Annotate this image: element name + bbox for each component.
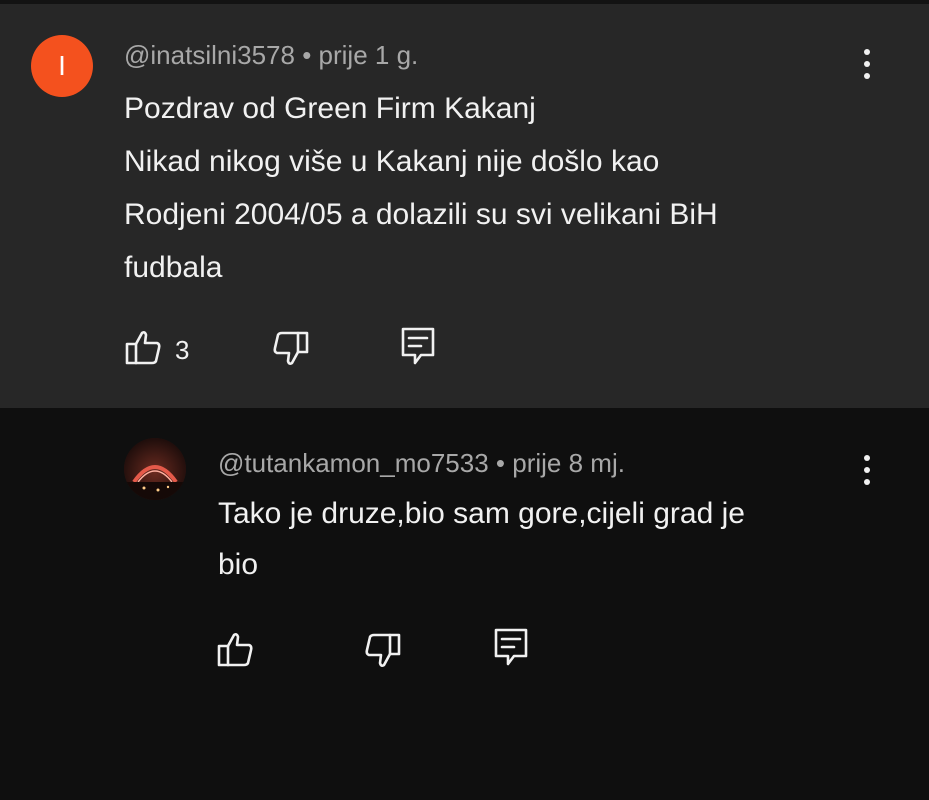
dislike-button[interactable]: [271, 330, 309, 366]
like-button[interactable]: [217, 632, 255, 668]
comment-line: fudbala: [124, 251, 223, 284]
reply-button[interactable]: [494, 628, 528, 668]
reply-meta: @tutankamon_mo7533 • prije 8 mj.: [218, 448, 625, 479]
avatar[interactable]: I: [31, 35, 93, 97]
like-button[interactable]: [125, 330, 163, 366]
thumbs-down-icon: [273, 331, 309, 365]
comment-text: Pozdrav od Green Firm Kakanj Nikad nikog…: [124, 82, 718, 294]
comment-line: Pozdrav od Green Firm Kakanj: [124, 92, 536, 125]
thumbs-up-icon: [125, 331, 161, 365]
thumbs-up-icon: [217, 633, 253, 667]
like-count: 3: [175, 335, 190, 365]
meta-separator: •: [302, 40, 312, 70]
reply-text: Tako je druze,bio sam gore,cijeli grad j…: [218, 488, 745, 590]
reply-line: bio: [218, 548, 259, 581]
avatar-image: [124, 438, 186, 500]
dislike-button[interactable]: [363, 632, 401, 668]
reply-line: Tako je druze,bio sam gore,cijeli grad j…: [218, 497, 745, 530]
meta-separator: •: [495, 448, 506, 478]
reply-button[interactable]: [401, 327, 435, 367]
more-vert-icon[interactable]: [855, 44, 879, 84]
comment-line: Nikad nikog više u Kakanj nije došlo kao: [124, 145, 660, 178]
avatar-letter: I: [58, 50, 66, 81]
comment-time: prije 1 g.: [318, 40, 419, 70]
comment-meta: @inatsilni3578 • prije 1 g.: [124, 40, 418, 71]
reply-author[interactable]: @tutankamon_mo7533: [218, 448, 489, 478]
reply-time: prije 8 mj.: [512, 448, 625, 478]
avatar[interactable]: [124, 438, 186, 500]
reply-icon: [494, 628, 528, 666]
comment-author[interactable]: @inatsilni3578: [124, 40, 295, 70]
more-vert-icon[interactable]: [855, 450, 879, 490]
thumbs-down-icon: [365, 633, 401, 667]
reply-icon: [401, 327, 435, 365]
comment-line: Rodjeni 2004/05 a dolazili su svi velika…: [124, 198, 718, 231]
